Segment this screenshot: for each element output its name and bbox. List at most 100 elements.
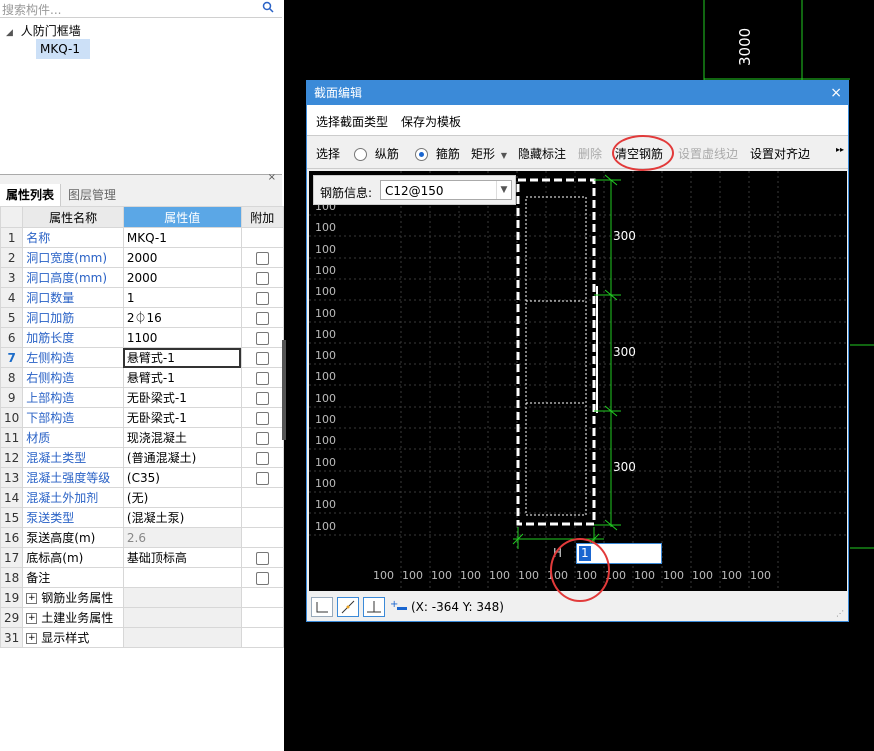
table-row[interactable]: 16 泵送高度(m) 2.6 <box>0 527 285 548</box>
tree-collapse-icon[interactable]: ◢ <box>6 28 13 38</box>
property-value[interactable] <box>122 607 242 628</box>
extra-checkbox[interactable] <box>255 371 269 385</box>
section-canvas[interactable]: 100 100 100 100 100 100 100 100 100 100 100 100 100 1… <box>309 171 847 591</box>
extra-checkbox[interactable] <box>255 331 269 345</box>
table-row[interactable]: 6 加筋长度 1100 <box>0 327 285 348</box>
rebar-info-select[interactable]: C12@150 ▼ <box>380 180 512 200</box>
tab-layer-management[interactable]: 图层管理 <box>62 184 122 206</box>
extra-checkbox[interactable] <box>255 351 269 365</box>
extra-checkbox[interactable] <box>255 451 269 465</box>
snap-add-icon[interactable]: + <box>389 597 411 617</box>
table-row[interactable]: 3 洞口高度(mm) 2000 <box>0 267 285 288</box>
property-value[interactable]: 现浇混凝土 <box>122 427 242 448</box>
table-row[interactable]: 31 + 显示样式 <box>0 627 285 648</box>
extra-checkbox[interactable] <box>255 251 269 265</box>
tab-property-list[interactable]: 属性列表 <box>0 184 62 206</box>
toolbar-overflow-icon[interactable]: ▸▸ <box>836 145 844 154</box>
table-row[interactable]: 15 泵送类型 (混凝土泵) <box>0 507 285 528</box>
property-value[interactable]: 1 <box>122 287 242 308</box>
tool-set-align-edge-button[interactable]: 设置对齐边 <box>750 145 810 162</box>
expand-icon[interactable]: + <box>26 593 38 604</box>
extra-checkbox[interactable] <box>255 431 269 445</box>
search-icon[interactable] <box>262 1 274 16</box>
extra-checkbox[interactable] <box>255 471 269 485</box>
snap-perpendicular-icon[interactable] <box>363 597 385 617</box>
property-name: 加筋长度 <box>22 327 124 348</box>
property-value[interactable]: 1100 <box>122 327 242 348</box>
table-row[interactable]: 8 右侧构造 悬臂式-1 <box>0 367 285 388</box>
chevron-down-icon[interactable]: ▼ <box>496 181 511 199</box>
dialog-title-bar[interactable]: 截面编辑 <box>307 81 848 105</box>
expand-icon[interactable]: + <box>26 633 38 644</box>
property-value[interactable]: 2.6 <box>122 527 242 548</box>
property-value[interactable]: (混凝土泵) <box>122 507 242 528</box>
grid-label: 100 <box>315 413 336 426</box>
tool-delete-button[interactable]: 删除 <box>578 145 602 162</box>
property-value[interactable] <box>122 627 242 648</box>
dialog-close-button[interactable]: × <box>830 81 842 105</box>
property-value[interactable]: (无) <box>122 487 242 508</box>
property-value[interactable]: 2000 <box>122 247 242 268</box>
search-input[interactable]: 搜索构件... <box>2 1 61 18</box>
property-value[interactable] <box>122 587 242 608</box>
grid-label: 100 <box>315 498 336 511</box>
snap-line-icon[interactable] <box>337 597 359 617</box>
table-row[interactable]: 17 底标高(m) 基础顶标高 <box>0 547 285 568</box>
tree-node-root[interactable]: ◢ 人防门框墙 <box>6 22 81 39</box>
property-value[interactable]: (普通混凝土) <box>122 447 242 468</box>
tool-select-button[interactable]: 选择 <box>316 145 340 162</box>
table-row[interactable]: 7 左侧构造 悬臂式-1 <box>0 347 285 368</box>
table-row[interactable]: 29 + 土建业务属性 <box>0 607 285 628</box>
tree-node-mkq-1[interactable]: MKQ-1 <box>36 39 90 59</box>
property-value[interactable]: 悬臂式-1 <box>122 367 242 388</box>
extra-checkbox[interactable] <box>255 411 269 425</box>
expand-icon[interactable]: + <box>26 613 38 624</box>
table-row[interactable]: 4 洞口数量 1 <box>0 287 285 308</box>
property-value[interactable]: 悬臂式-1 <box>122 347 242 368</box>
property-value[interactable]: 无卧梁式-1 <box>122 407 242 428</box>
extra-checkbox[interactable] <box>255 291 269 305</box>
property-value[interactable]: (C35) <box>122 467 242 488</box>
tool-longitudinal-radio[interactable]: 纵筋 <box>354 145 399 162</box>
property-value[interactable]: 无卧梁式-1 <box>122 387 242 408</box>
extra-checkbox[interactable] <box>255 271 269 285</box>
tool-hide-annotation-button[interactable]: 隐藏标注 <box>518 145 566 162</box>
props-panel-close-icon[interactable]: × <box>268 172 276 183</box>
search-bar[interactable]: 搜索构件... <box>0 0 282 18</box>
extra-checkbox[interactable] <box>255 391 269 405</box>
left-pane: 搜索构件... ◢ 人防门框墙 MKQ-1 × 属性列表 图层管理 属性名称 属… <box>0 0 285 751</box>
property-extra <box>240 627 285 648</box>
property-value[interactable] <box>122 567 242 588</box>
tool-shape-dropdown[interactable]: 矩形 ▼ <box>471 145 507 162</box>
table-row[interactable]: 1 名称 MKQ-1 <box>0 227 285 248</box>
extra-checkbox[interactable] <box>255 551 269 565</box>
extra-checkbox[interactable] <box>255 571 269 585</box>
property-value[interactable]: 2000 <box>122 267 242 288</box>
table-row[interactable]: 19 + 钢筋业务属性 <box>0 587 285 608</box>
orthogonal-icon[interactable] <box>311 597 333 617</box>
menu-save-template[interactable]: 保存为模板 <box>401 113 461 130</box>
table-row[interactable]: 10 下部构造 无卧梁式-1 <box>0 407 285 428</box>
property-extra <box>240 407 285 428</box>
pane-splitter[interactable] <box>282 340 286 440</box>
property-value[interactable]: 基础顶标高 <box>122 547 242 568</box>
resize-grip-icon[interactable]: ⋰ <box>836 609 844 618</box>
table-row[interactable]: 11 材质 现浇混凝土 <box>0 427 285 448</box>
tool-set-virtual-line-button[interactable]: 设置虚线边 <box>678 145 738 162</box>
table-row[interactable]: 14 混凝土外加剂 (无) <box>0 487 285 508</box>
property-value[interactable]: MKQ-1 <box>122 227 242 248</box>
table-row[interactable]: 2 洞口宽度(mm) 2000 <box>0 247 285 268</box>
property-value[interactable]: 2⏀16 <box>122 307 242 328</box>
table-row[interactable]: 13 混凝土强度等级 (C35) <box>0 467 285 488</box>
tool-shape-label: 矩形 <box>471 147 496 161</box>
property-name: 备注 <box>22 567 124 588</box>
table-row[interactable]: 5 洞口加筋 2⏀16 <box>0 307 285 328</box>
table-row[interactable]: 12 混凝土类型 (普通混凝土) <box>0 447 285 468</box>
property-table: 属性名称 属性值 附加 1 名称 MKQ-1 2 洞口宽度(mm) 2000 3 洞口高度(m… <box>0 206 285 648</box>
property-extra <box>240 607 285 628</box>
extra-checkbox[interactable] <box>255 311 269 325</box>
table-row[interactable]: 18 备注 <box>0 567 285 588</box>
tool-stirrup-radio[interactable]: 箍筋 <box>415 145 460 162</box>
menu-select-section-type[interactable]: 选择截面类型 <box>316 113 388 130</box>
table-row[interactable]: 9 上部构造 无卧梁式-1 <box>0 387 285 408</box>
